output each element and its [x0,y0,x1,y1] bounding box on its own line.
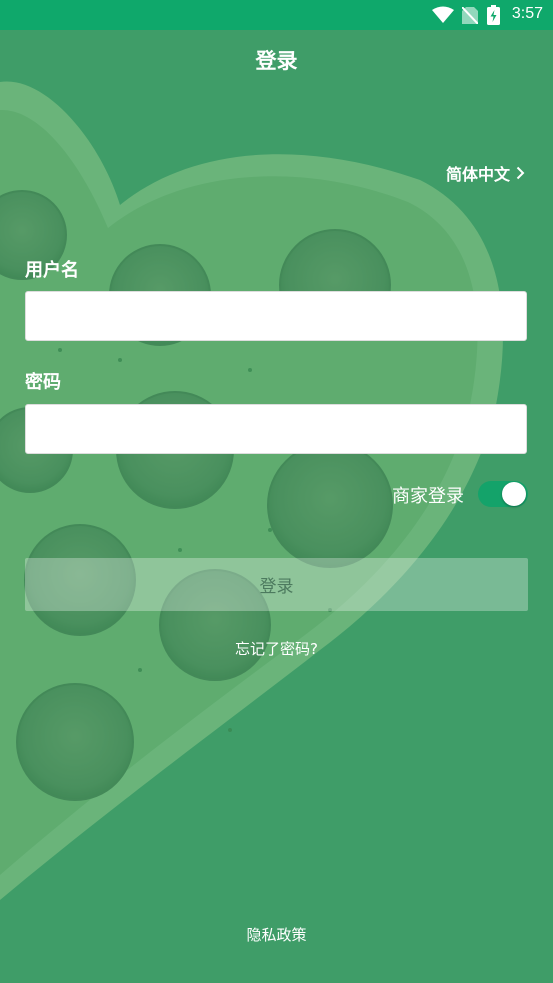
status-time: 3:57 [511,5,543,22]
forgot-password-link[interactable]: 忘记了密码? [0,638,553,659]
merchant-login-toggle[interactable] [478,481,528,507]
toggle-knob [502,482,526,506]
login-screen: 3:57 登录 简体中文 用户名 密码 商家登录 登录 忘记了密码? 隐私政策 [0,0,553,983]
language-label: 简体中文 [445,165,510,184]
language-selector[interactable]: 简体中文 [446,161,525,185]
privacy-policy-link[interactable]: 隐私政策 [0,924,553,945]
chevron-right-icon [516,166,525,180]
password-input[interactable] [25,404,527,454]
page-title: 登录 [255,49,298,73]
no-sim-icon [462,7,478,24]
merchant-login-label: 商家登录 [392,486,464,507]
wifi-icon [432,6,454,23]
status-bar: 3:57 [0,0,553,30]
username-input[interactable] [25,291,527,341]
battery-charging-icon [487,5,500,25]
login-button[interactable]: 登录 [25,558,528,611]
password-label: 密码 [25,372,61,393]
username-label: 用户名 [25,260,79,281]
